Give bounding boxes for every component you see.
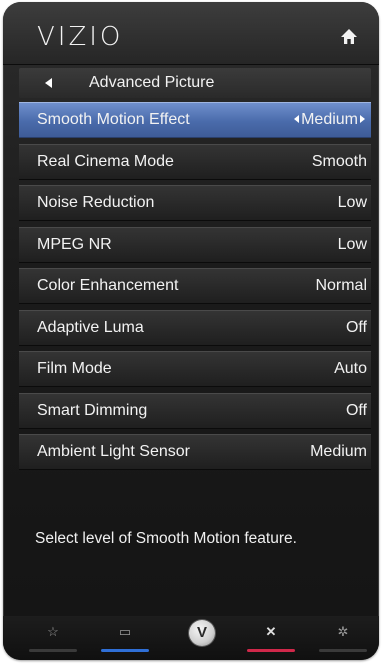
vizio-v-button[interactable]: V	[189, 620, 215, 646]
button-color-bar	[101, 649, 149, 652]
menu-item-label: Smart Dimming	[37, 401, 148, 419]
menu-item-value: Low	[337, 235, 367, 253]
button-color-bar	[29, 649, 77, 652]
chevron-right-icon[interactable]	[360, 115, 365, 123]
menu-item-label: Ambient Light Sensor	[37, 443, 190, 460]
menu-item-value: Low	[337, 194, 367, 211]
star-icon: ☆	[47, 624, 59, 639]
menu-item-value: Auto	[334, 360, 367, 377]
menu-item-value: Smooth	[311, 152, 367, 170]
header-bar: VIZIO	[3, 2, 379, 65]
menu-item-noise-reduction[interactable]: Noise Reduction Low	[19, 185, 371, 221]
settings-menu: Smooth Motion Effect Medium Real Cinema …	[19, 102, 371, 476]
remote-button-bar: ☆ ▭ V ✕ ✲	[3, 616, 379, 660]
settings-button[interactable]: ✲	[313, 620, 373, 654]
button-color-bar	[319, 649, 367, 652]
home-icon[interactable]	[339, 27, 359, 47]
menu-item-label: Adaptive Luma	[37, 318, 144, 336]
close-button[interactable]: ✕	[241, 620, 301, 654]
menu-item-label: MPEG NR	[37, 235, 112, 253]
widescreen-icon: ▭	[118, 624, 132, 639]
menu-item-label: Smooth Motion Effect	[37, 111, 190, 128]
menu-item-film-mode[interactable]: Film Mode Auto	[19, 351, 371, 387]
close-icon: ✕	[265, 624, 277, 639]
menu-item-smart-dimming[interactable]: Smart Dimming Off	[19, 392, 371, 429]
menu-item-mpeg-nr[interactable]: MPEG NR Low	[19, 226, 371, 263]
button-color-bar	[247, 649, 295, 652]
menu-item-ambient-light-sensor[interactable]: Ambient Light Sensor Medium	[19, 434, 371, 470]
menu-item-label: Film Mode	[37, 360, 112, 377]
menu-item-real-cinema-mode[interactable]: Real Cinema Mode Smooth	[19, 143, 371, 180]
menu-item-color-enhancement[interactable]: Color Enhancement Normal	[19, 268, 371, 304]
breadcrumb-title: Advanced Picture	[89, 74, 215, 91]
gear-icon: ✲	[337, 624, 349, 639]
menu-item-value: Medium	[310, 443, 367, 460]
vizio-v-icon: V	[196, 624, 207, 641]
chevron-left-icon[interactable]	[294, 115, 300, 123]
menu-item-value: Normal	[315, 277, 367, 294]
menu-item-adaptive-luma[interactable]: Adaptive Luma Off	[19, 309, 371, 346]
brand-logo: VIZIO	[37, 22, 124, 52]
star-button[interactable]: ☆	[23, 620, 83, 654]
menu-item-label: Color Enhancement	[37, 277, 179, 294]
menu-item-label: Real Cinema Mode	[37, 152, 174, 170]
menu-item-smooth-motion-effect[interactable]: Smooth Motion Effect Medium	[19, 102, 371, 138]
widescreen-button[interactable]: ▭	[95, 620, 155, 654]
settings-panel: VIZIO Advanced Picture Smooth Motion Eff…	[3, 2, 379, 660]
help-text: Select level of Smooth Motion feature.	[35, 530, 297, 547]
breadcrumb[interactable]: Advanced Picture	[19, 68, 371, 98]
menu-item-label: Noise Reduction	[37, 194, 155, 211]
menu-item-value: Off	[345, 318, 367, 336]
menu-item-value-selector[interactable]: Medium	[294, 111, 365, 129]
menu-item-value: Medium	[301, 111, 358, 128]
menu-item-value: Off	[345, 401, 367, 419]
back-arrow-icon[interactable]	[45, 78, 52, 88]
